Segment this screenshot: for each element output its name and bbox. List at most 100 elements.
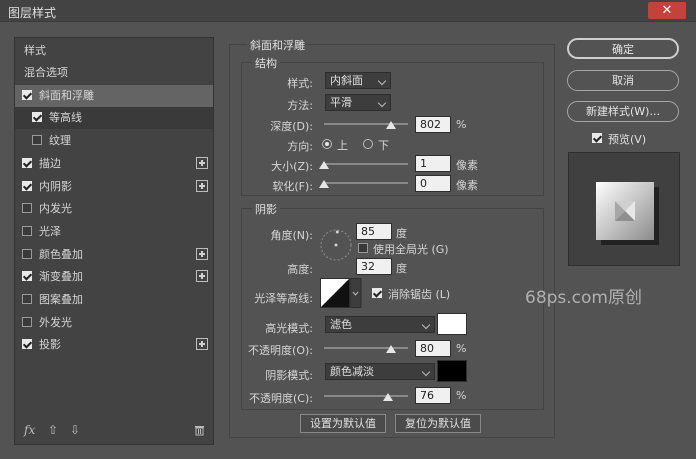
direction-up-radio[interactable]	[322, 139, 332, 149]
soften-slider[interactable]	[324, 182, 408, 184]
preview-thumbnail	[568, 152, 680, 266]
shadow-mode-select[interactable]: 颜色减淡	[325, 363, 435, 380]
style-item-checkbox[interactable]	[22, 339, 32, 350]
antialias-checkbox[interactable]	[372, 288, 382, 298]
style-item-checkbox[interactable]	[22, 316, 32, 327]
style-item[interactable]: 斜面和浮雕	[15, 84, 213, 107]
style-item-label: 光泽	[39, 224, 61, 238]
preview-checkbox[interactable]	[592, 133, 602, 143]
style-item-label: 斜面和浮雕	[39, 88, 94, 102]
style-list-header[interactable]: 样式	[15, 40, 213, 62]
bevel-emboss-title: 斜面和浮雕	[247, 37, 308, 53]
style-item[interactable]: 内阴影	[15, 176, 213, 198]
cancel-button[interactable]: 取消	[567, 70, 679, 91]
angle-input[interactable]: 85	[356, 223, 392, 240]
close-button[interactable]: ✕	[648, 2, 686, 19]
add-effect-icon[interactable]	[196, 270, 208, 283]
global-light-label[interactable]: 使用全局光 (G)	[373, 241, 449, 257]
direction-down-label[interactable]: 下	[378, 137, 389, 153]
reset-default-button[interactable]: 复位为默认值	[395, 414, 481, 433]
style-item[interactable]: 外发光	[15, 312, 213, 334]
technique-label: 方法:	[287, 99, 313, 112]
size-slider[interactable]	[324, 163, 408, 165]
watermark-text: 68ps.com原创	[525, 288, 642, 308]
size-input[interactable]: 1	[415, 155, 451, 172]
ok-button[interactable]: 确定	[567, 38, 679, 59]
make-default-button[interactable]: 设置为默认值	[300, 414, 386, 433]
arrow-down-icon[interactable]: ⇩	[70, 423, 80, 437]
direction-down-radio[interactable]	[363, 139, 373, 149]
style-item[interactable]: 描边	[15, 153, 213, 175]
style-item[interactable]: 渐变叠加	[15, 266, 213, 288]
style-item[interactable]: 纹理	[15, 130, 213, 152]
shadow-color-swatch[interactable]	[437, 360, 467, 382]
angle-unit: 度	[396, 227, 407, 240]
style-item[interactable]: 混合选项	[15, 62, 213, 84]
altitude-unit: 度	[396, 262, 407, 275]
style-item-checkbox[interactable]	[22, 248, 32, 259]
new-style-button[interactable]: 新建样式(W)...	[567, 101, 679, 122]
highlight-opacity-slider-thumb[interactable]	[386, 345, 397, 353]
highlight-mode-select[interactable]: 滤色	[325, 316, 435, 333]
style-item-checkbox[interactable]	[22, 157, 32, 168]
depth-slider-thumb[interactable]	[386, 121, 397, 129]
style-item-checkbox[interactable]	[32, 135, 42, 146]
altitude-input[interactable]: 32	[356, 258, 392, 275]
trash-icon[interactable]	[194, 424, 205, 436]
style-select[interactable]: 内斜面	[325, 72, 391, 89]
size-unit: 像素	[456, 159, 478, 172]
depth-unit: %	[456, 118, 467, 131]
style-item-label: 渐变叠加	[39, 270, 83, 284]
shadow-opacity-unit: %	[456, 389, 467, 402]
highlight-opacity-unit: %	[456, 342, 467, 355]
add-effect-icon[interactable]	[196, 179, 208, 192]
shadow-opacity-slider-thumb[interactable]	[382, 393, 393, 401]
style-item-checkbox[interactable]	[22, 225, 32, 236]
style-item-checkbox[interactable]	[22, 271, 32, 282]
style-item-checkbox[interactable]	[22, 294, 32, 304]
style-item[interactable]: 等高线	[15, 107, 213, 130]
fx-icon[interactable]: fx	[24, 423, 35, 437]
style-item-label: 等高线	[49, 111, 82, 125]
close-icon: ✕	[661, 3, 673, 18]
arrow-up-icon[interactable]: ⇧	[48, 423, 58, 437]
add-effect-icon[interactable]	[196, 247, 208, 260]
style-item-checkbox[interactable]	[22, 180, 32, 191]
technique-select[interactable]: 平滑	[325, 94, 391, 111]
soften-label: 软化(F):	[272, 180, 313, 193]
style-item-label: 混合选项	[24, 66, 68, 79]
soften-slider-thumb[interactable]	[319, 180, 329, 188]
style-item-label: 描边	[39, 156, 61, 170]
style-item-checkbox[interactable]	[32, 112, 42, 123]
style-item[interactable]: 光泽	[15, 221, 213, 243]
angle-dial[interactable]	[319, 228, 353, 262]
style-item-checkbox[interactable]	[22, 89, 32, 100]
style-item[interactable]: 颜色叠加	[15, 244, 213, 266]
soften-input[interactable]: 0	[415, 175, 451, 192]
highlight-color-swatch[interactable]	[437, 313, 467, 335]
antialias-label[interactable]: 消除锯齿 (L)	[388, 286, 450, 302]
gloss-contour-picker[interactable]	[320, 278, 362, 308]
add-effect-icon[interactable]	[196, 156, 208, 169]
size-slider-thumb[interactable]	[319, 161, 329, 169]
style-item-label: 内发光	[39, 202, 72, 216]
shading-title: 阴影	[252, 201, 280, 217]
style-item[interactable]: 投影	[15, 334, 213, 356]
style-item-checkbox[interactable]	[22, 203, 32, 214]
highlight-opacity-input[interactable]: 80	[415, 340, 451, 357]
shadow-opacity-input[interactable]: 76	[415, 387, 451, 404]
style-item[interactable]: 图案叠加	[15, 289, 213, 311]
soften-unit: 像素	[456, 179, 478, 192]
preview-label[interactable]: 预览(V)	[608, 131, 646, 147]
global-light-checkbox[interactable]	[358, 243, 368, 253]
style-item-label: 外发光	[39, 315, 72, 329]
window-title: 图层样式	[8, 6, 57, 20]
style-item[interactable]: 内发光	[15, 198, 213, 220]
highlight-opacity-label: 不透明度(O):	[248, 344, 313, 357]
direction-up-label[interactable]: 上	[337, 137, 348, 153]
style-list-toolbar: fx ⇧ ⇩	[14, 419, 214, 445]
title-bar	[0, 0, 696, 22]
shadow-opacity-slider[interactable]	[324, 395, 408, 397]
depth-input[interactable]: 802	[415, 116, 451, 133]
add-effect-icon[interactable]	[196, 338, 208, 351]
